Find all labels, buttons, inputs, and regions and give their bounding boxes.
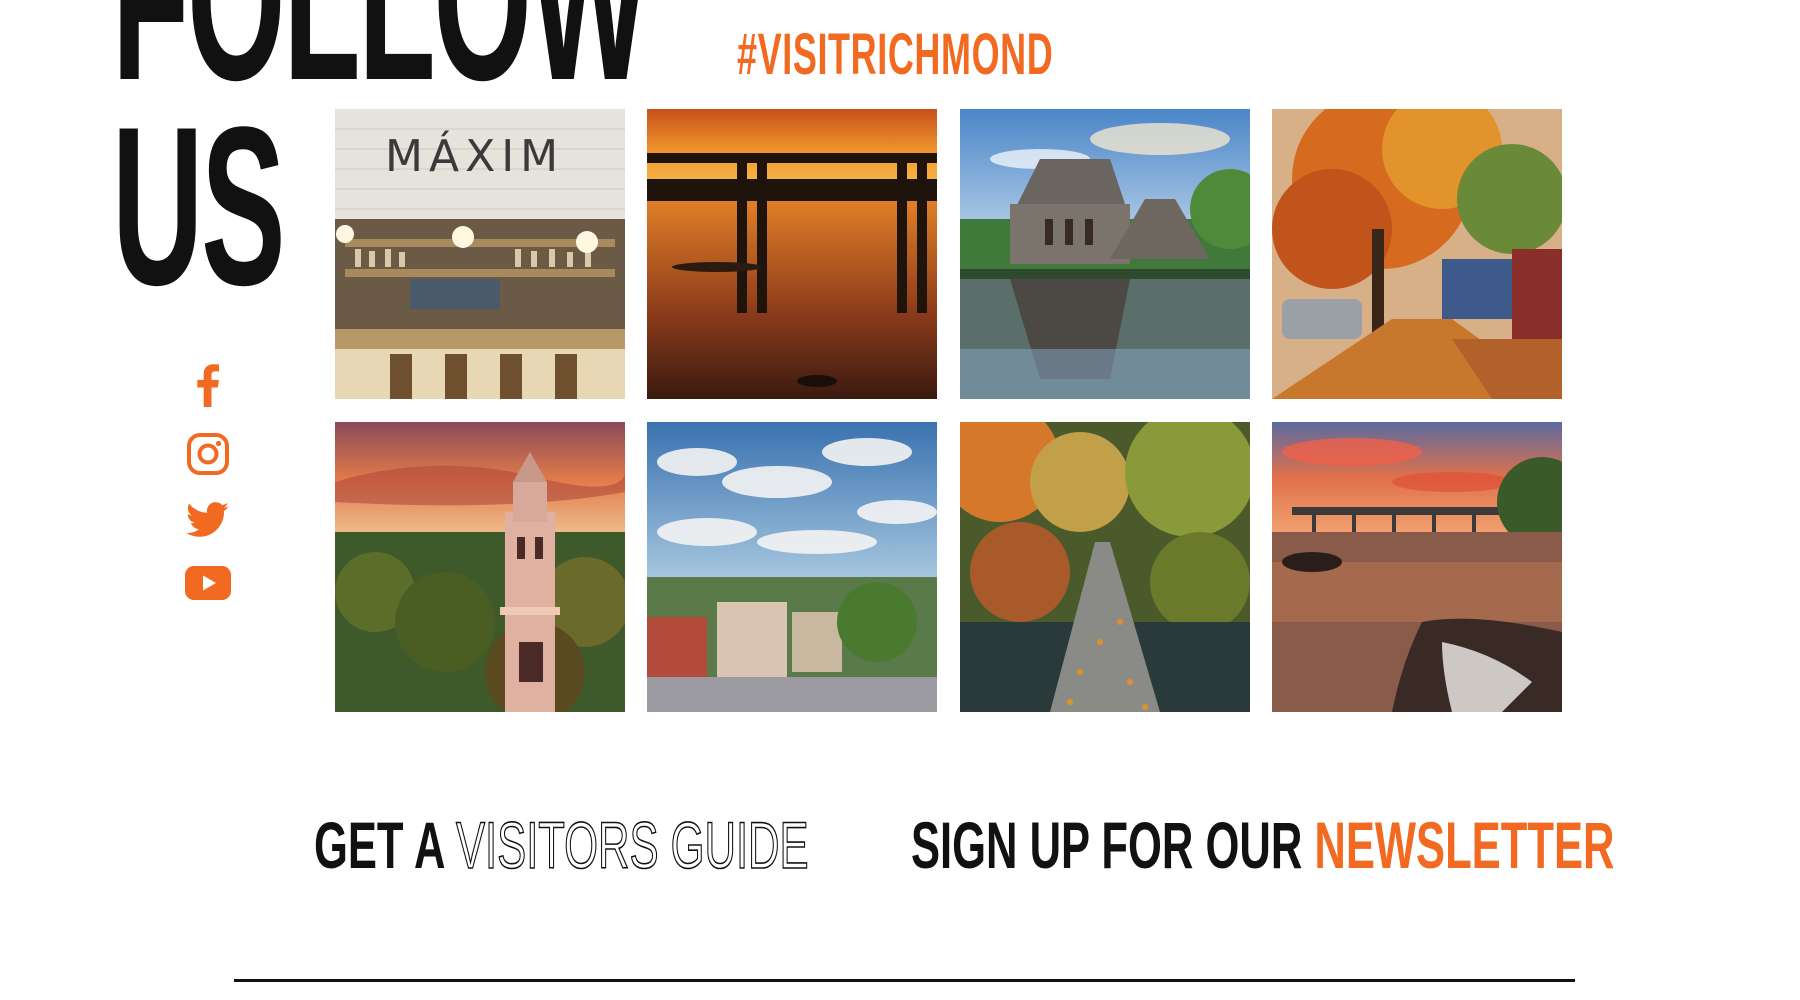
visitors-guide-link[interactable]: GET A VISITORS GUIDE (314, 811, 809, 879)
photo-river-rapids-image (1272, 422, 1562, 712)
photo-restaurant-bar-image: MÁXIM (335, 109, 625, 399)
heading-line-2: US (112, 79, 286, 330)
svg-text:MÁXIM: MÁXIM (385, 129, 564, 182)
instagram-photo-grid: MÁXIM (335, 109, 1563, 713)
youtube-icon (185, 566, 231, 600)
facebook-icon (196, 363, 220, 407)
photo-autumn-street-image (1272, 109, 1562, 399)
photo-stone-church-image (960, 109, 1250, 399)
photo-city-skyline[interactable] (647, 422, 937, 712)
twitter-icon (186, 502, 230, 538)
photo-city-skyline-image (647, 422, 937, 712)
instagram-icon (187, 433, 229, 475)
photo-restaurant-bar[interactable]: MÁXIM (335, 109, 625, 399)
photo-river-rapids[interactable] (1272, 422, 1562, 712)
instagram-link[interactable] (183, 431, 233, 477)
hashtag-link[interactable]: #VISITRICHMOND (737, 26, 1053, 84)
photo-bell-tower-image (335, 422, 625, 712)
newsletter-signup-link[interactable]: SIGN UP FOR OUR NEWSLETTER (911, 812, 1614, 878)
photo-autumn-street[interactable] (1272, 109, 1562, 399)
facebook-link[interactable] (183, 362, 233, 408)
photo-stone-church[interactable] (960, 109, 1250, 399)
newsletter-label: NEWSLETTER (1314, 808, 1615, 882)
footer-divider (234, 979, 1575, 982)
photo-bridge-sunset[interactable] (647, 109, 937, 399)
newsletter-prefix: SIGN UP FOR OUR (911, 808, 1303, 882)
photo-bell-tower[interactable] (335, 422, 625, 712)
visitors-guide-label: VISITORS GUIDE (455, 808, 809, 882)
photo-forest-path[interactable] (960, 422, 1250, 712)
visitors-guide-prefix: GET A (314, 808, 444, 882)
youtube-link[interactable] (183, 560, 233, 606)
photo-bridge-sunset-image (647, 109, 937, 399)
twitter-link[interactable] (183, 497, 233, 543)
photo-forest-path-image (960, 422, 1250, 712)
